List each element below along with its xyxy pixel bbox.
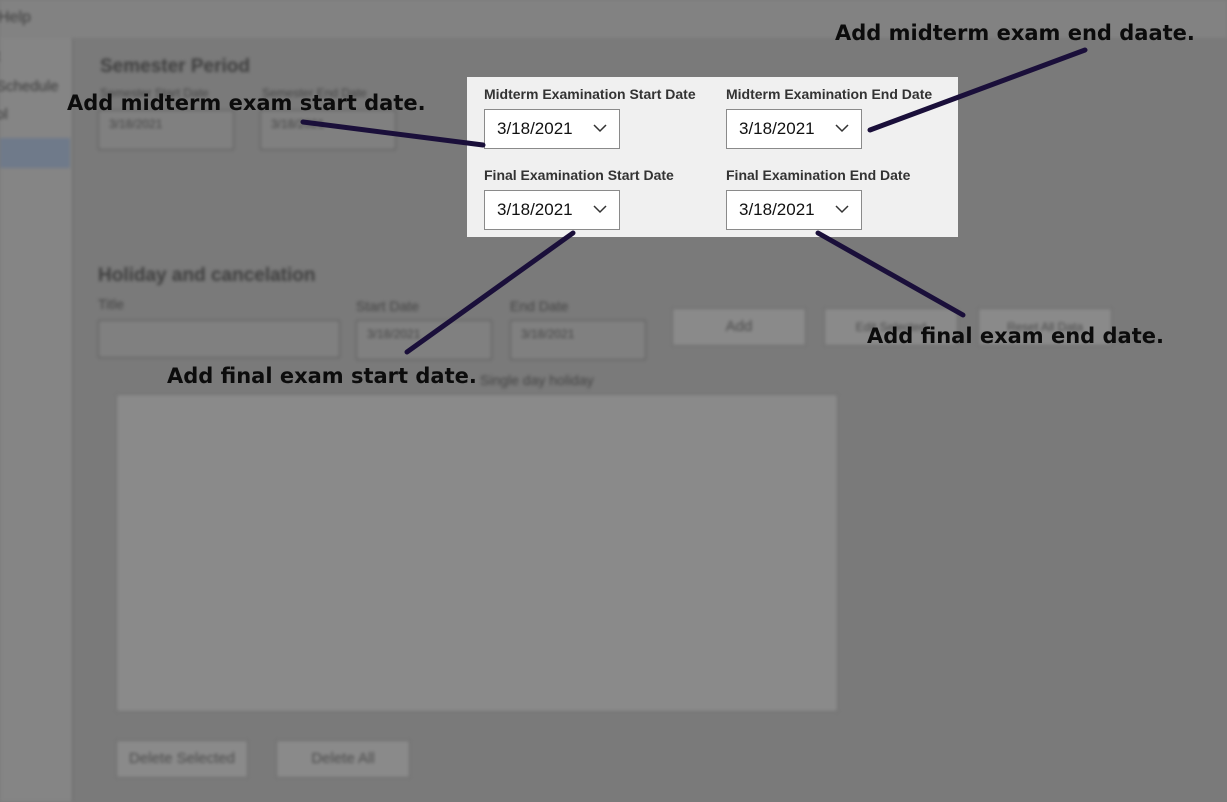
note-final-end: Add final exam end date. [867,324,1164,348]
final-start-value: 3/18/2021 [497,200,573,219]
menu-help[interactable]: Help [0,9,31,27]
title-label: Title [98,296,124,312]
final-start-label: Final Examination Start Date [484,167,674,183]
sidebar-selection [0,138,70,168]
end-date-label: End Date [510,298,569,314]
holiday-heading: Holiday and cancelation [98,265,316,286]
sidebar-item-schedule[interactable]: Schedule [0,78,59,95]
delete-selected-button[interactable]: Delete Selected [116,740,248,778]
title-input[interactable] [98,320,340,358]
final-end-value: 3/18/2021 [739,200,815,219]
chevron-down-icon [835,124,849,133]
holiday-start-picker[interactable]: 3/18/2021 [356,320,492,360]
single-day-note: Single day holiday [480,372,594,388]
semester-end-picker[interactable]: 3/18/2021 [260,110,396,150]
midterm-start-picker[interactable]: 3/18/2021 [484,109,620,149]
note-midterm-end: Add midterm exam end daate. [835,21,1195,45]
exam-dates-panel: Midterm Examination Start Date Midterm E… [467,77,958,237]
midterm-end-picker[interactable]: 3/18/2021 [726,109,862,149]
note-midterm-start: Add midterm exam start date. [67,91,426,115]
start-date-label: Start Date [356,298,420,314]
holiday-end-picker[interactable]: 3/18/2021 [510,320,646,360]
chevron-down-icon [593,205,607,214]
midterm-start-label: Midterm Examination Start Date [484,86,696,102]
sidebar: t Schedule ol [0,38,73,802]
holiday-list[interactable] [116,394,838,712]
final-end-label: Final Examination End Date [726,167,911,183]
midterm-start-value: 3/18/2021 [497,119,573,138]
chevron-down-icon [593,124,607,133]
semester-period-heading: Semester Period [100,56,250,77]
add-button[interactable]: Add [672,308,806,346]
note-final-start: Add final exam start date. [167,364,477,388]
midterm-end-label: Midterm Examination End Date [726,86,933,102]
delete-all-button[interactable]: Delete All [276,740,410,778]
chevron-down-icon [835,205,849,214]
midterm-end-value: 3/18/2021 [739,119,815,138]
semester-start-picker[interactable]: 3/18/2021 [98,110,234,150]
final-end-picker[interactable]: 3/18/2021 [726,190,862,230]
sidebar-item-3[interactable]: ol [0,106,8,123]
final-start-picker[interactable]: 3/18/2021 [484,190,620,230]
